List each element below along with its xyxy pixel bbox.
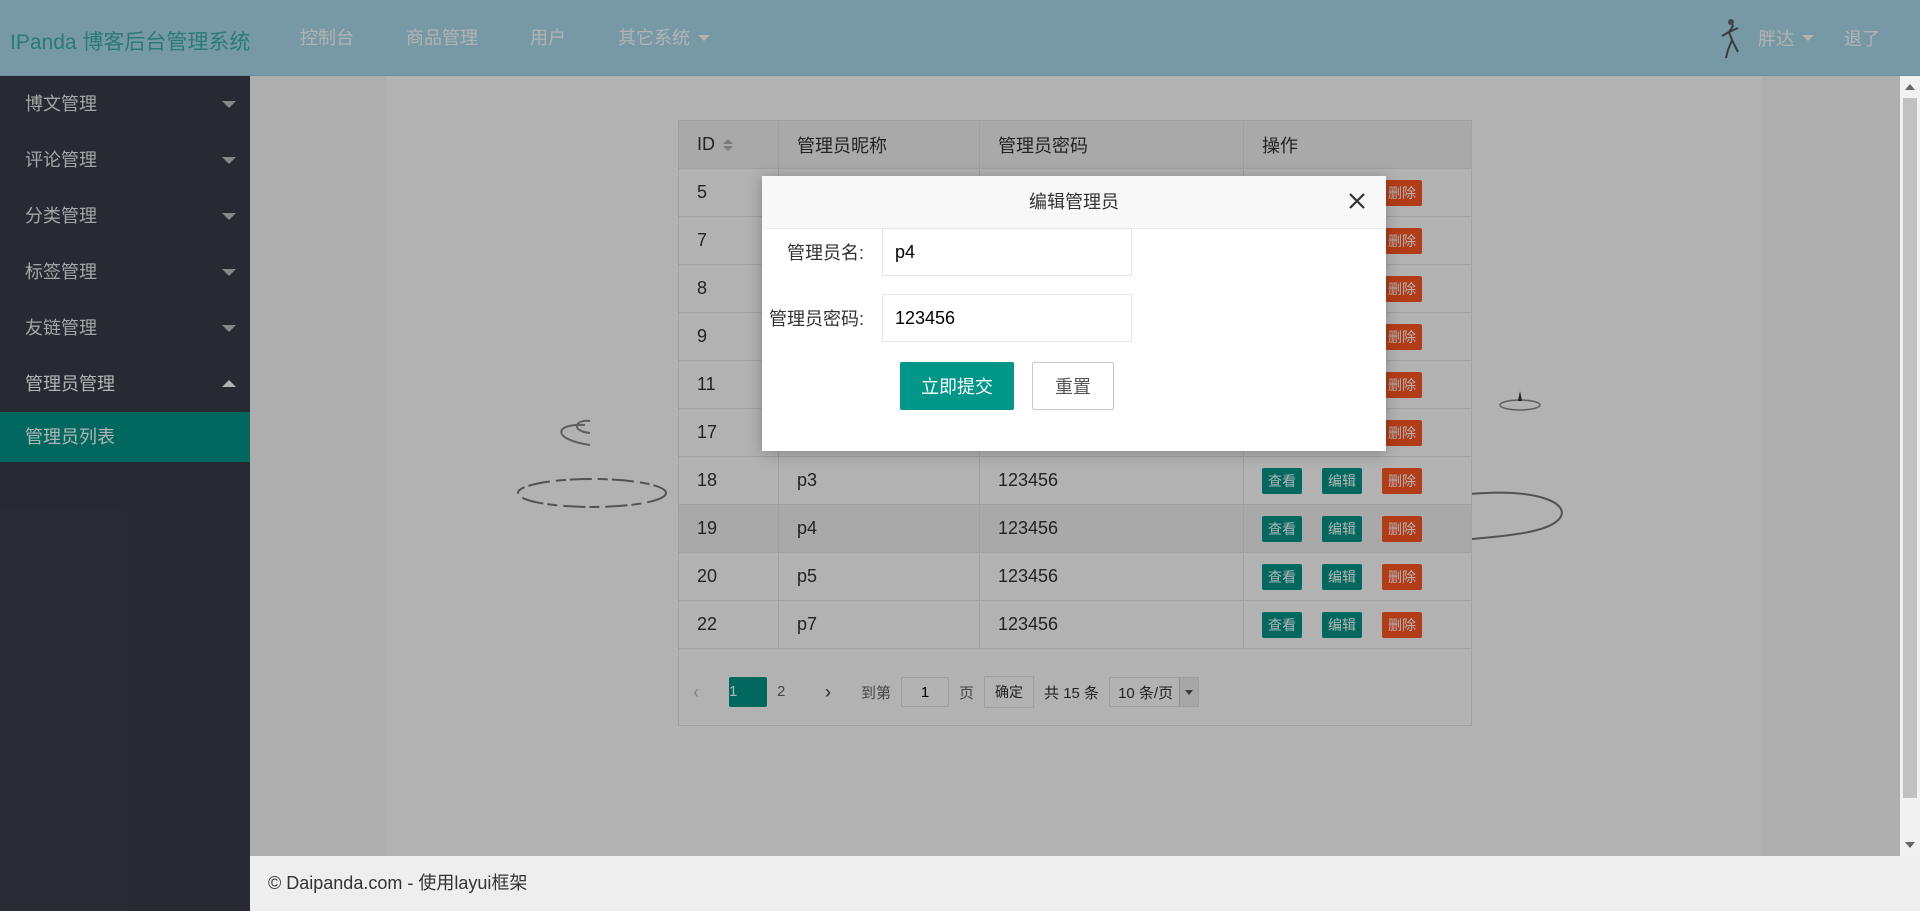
footer: © Daipanda.com - 使用layui框架	[250, 856, 1920, 911]
password-form-row: 管理员密码:	[762, 294, 1132, 342]
reset-button[interactable]: 重置	[1032, 362, 1114, 410]
name-label: 管理员名:	[786, 243, 864, 263]
scrollbar[interactable]	[1900, 76, 1920, 856]
close-icon[interactable]	[1346, 190, 1368, 212]
edit-admin-dialog: 编辑管理员 管理员名: 管理员密码: 立即提交 重置	[762, 176, 1386, 451]
admin-name-field[interactable]	[882, 228, 1132, 276]
admin-password-field[interactable]	[882, 294, 1132, 342]
scroll-up-icon[interactable]	[1905, 84, 1915, 90]
submit-button[interactable]: 立即提交	[900, 362, 1014, 410]
modal-backdrop[interactable]	[0, 0, 1920, 911]
scroll-down-icon[interactable]	[1905, 842, 1915, 848]
scroll-thumb[interactable]	[1903, 98, 1917, 798]
password-label: 管理员密码:	[768, 309, 864, 329]
name-form-row: 管理员名:	[762, 228, 1132, 276]
dialog-title: 编辑管理员	[762, 176, 1386, 229]
